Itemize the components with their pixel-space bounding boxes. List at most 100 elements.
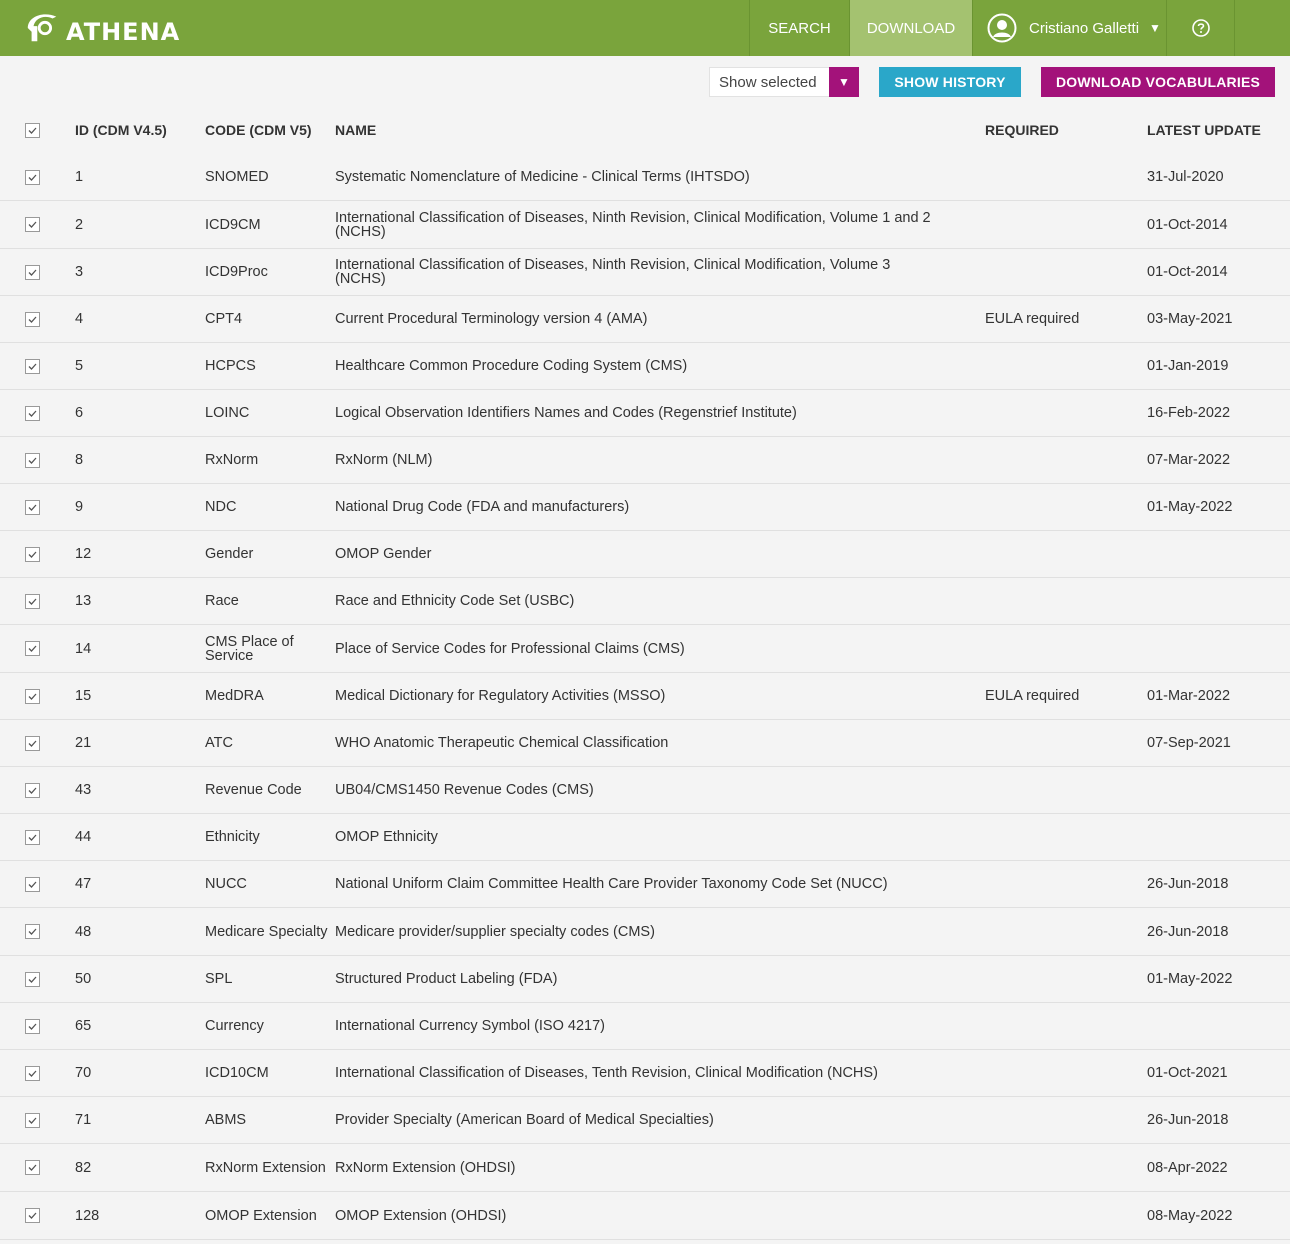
table-row[interactable]: 15 MedDRA Medical Dictionary for Regulator…: [0, 673, 1290, 720]
checkbox-cell: [0, 169, 75, 185]
table-row[interactable]: 3 ICD9Proc International Classification of…: [0, 249, 1290, 296]
dropdown-arrow-icon[interactable]: ▼: [829, 67, 859, 97]
row-checkbox[interactable]: [25, 311, 40, 327]
cell-code: Race: [205, 593, 239, 609]
cell-code: RxNorm Extension: [205, 1159, 326, 1176]
table-row[interactable]: 12 Gender OMOP Gender: [0, 531, 1290, 578]
download-vocabularies-button[interactable]: DOWNLOAD VOCABULARIES: [1041, 67, 1275, 97]
cell-id: 5: [75, 358, 84, 374]
row-checkbox[interactable]: [25, 971, 40, 987]
show-history-button[interactable]: SHOW HISTORY: [879, 67, 1021, 97]
checkbox-cell: [0, 735, 75, 751]
checkbox-cell: [0, 971, 75, 987]
cell-id: 44: [75, 829, 92, 845]
column-header-name[interactable]: NAME: [335, 123, 985, 137]
checkbox-cell: [0, 876, 75, 892]
column-header-updated[interactable]: LATEST UPDATE: [1147, 122, 1290, 138]
row-checkbox[interactable]: [25, 499, 40, 515]
cell-name: Structured Product Labeling (FDA): [335, 971, 558, 987]
table-row[interactable]: 48 Medicare Specialty Medicare provider/su…: [0, 908, 1290, 956]
table-row[interactable]: 65 Currency International Currency Symbol …: [0, 1003, 1290, 1050]
table-row[interactable]: 71 ABMS Provider Specialty (American Board…: [0, 1097, 1290, 1144]
table-row[interactable]: 128 OMOP Extension OMOP Extension (OHDSI) 0…: [0, 1192, 1290, 1240]
cell-code: ICD9CM: [205, 216, 261, 233]
filter-select[interactable]: Show selected ▼: [709, 67, 859, 97]
table-row[interactable]: 82 RxNorm Extension RxNorm Extension (OHDS…: [0, 1144, 1290, 1192]
cell-name: Logical Observation Identifiers Names an…: [335, 405, 797, 421]
table-row[interactable]: 14 CMS Place of Service Place of Service C…: [0, 625, 1290, 673]
row-checkbox[interactable]: [25, 452, 40, 468]
user-avatar-icon: [987, 13, 1017, 43]
cell-code: HCPCS: [205, 358, 256, 374]
cell-name: WHO Anatomic Therapeutic Chemical Classi…: [335, 735, 669, 751]
column-header-code[interactable]: CODE (CDM V5): [205, 123, 335, 137]
table-row[interactable]: 6 LOINC Logical Observation Identifiers Na…: [0, 390, 1290, 437]
row-checkbox[interactable]: [25, 1160, 40, 1175]
cell-code: NUCC: [205, 876, 247, 892]
checkbox-cell: [0, 405, 75, 421]
row-checkbox[interactable]: [25, 169, 40, 185]
table-row[interactable]: 43 Revenue Code UB04/CMS1450 Revenue Codes…: [0, 767, 1290, 814]
cell-required: EULA required: [985, 688, 1080, 704]
cell-latest-update: 08-May-2022: [1147, 1207, 1233, 1224]
row-checkbox[interactable]: [25, 735, 40, 751]
select-all-checkbox[interactable]: [25, 122, 40, 138]
cell-name: OMOP Gender: [335, 546, 432, 562]
table-row[interactable]: 5 HCPCS Healthcare Common Procedure Coding…: [0, 343, 1290, 390]
row-checkbox[interactable]: [25, 782, 40, 798]
cell-name: OMOP Ethnicity: [335, 829, 438, 845]
cell-code: LOINC: [205, 405, 250, 421]
row-checkbox[interactable]: [25, 593, 40, 609]
cell-id: 70: [75, 1065, 92, 1081]
table-row[interactable]: 21 ATC WHO Anatomic Therapeutic Chemical C…: [0, 720, 1290, 767]
table-row[interactable]: 9 NDC National Drug Code (FDA and manufact…: [0, 484, 1290, 531]
cell-name: Medicare provider/supplier specialty cod…: [335, 923, 655, 940]
row-checkbox[interactable]: [25, 641, 40, 656]
app-name: ATHENA: [66, 18, 181, 46]
row-checkbox[interactable]: [25, 688, 40, 704]
cell-latest-update: 01-Oct-2021: [1147, 1065, 1228, 1081]
row-checkbox[interactable]: [25, 876, 40, 892]
table-row[interactable]: 13 Race Race and Ethnicity Code Set (USBC): [0, 578, 1290, 625]
row-checkbox[interactable]: [25, 405, 40, 421]
table-row[interactable]: 70 ICD10CM International Classification of…: [0, 1050, 1290, 1097]
row-checkbox[interactable]: [25, 358, 40, 374]
row-checkbox[interactable]: [25, 829, 40, 845]
table-row[interactable]: 44 Ethnicity OMOP Ethnicity: [0, 814, 1290, 861]
row-checkbox[interactable]: [25, 1018, 40, 1034]
cell-latest-update: 01-Mar-2022: [1147, 688, 1231, 704]
help-button[interactable]: [1166, 0, 1234, 56]
cell-id: 71: [75, 1112, 92, 1128]
cell-code: ICD9Proc: [205, 264, 268, 280]
table-row[interactable]: 1 SNOMED Systematic Nomenclature of Medici…: [0, 154, 1290, 201]
row-checkbox[interactable]: [25, 1208, 40, 1223]
nav-search[interactable]: SEARCH: [749, 0, 849, 56]
row-checkbox[interactable]: [25, 264, 40, 280]
table-row[interactable]: 50 SPL Structured Product Labeling (FDA) 01…: [0, 956, 1290, 1003]
column-header-required[interactable]: REQUIRED: [985, 122, 1147, 138]
table-row[interactable]: 2 ICD9CM International Classification of D…: [0, 201, 1290, 249]
row-checkbox[interactable]: [25, 546, 40, 562]
cell-name: Healthcare Common Procedure Coding Syste…: [335, 358, 688, 374]
checkbox-cell: [0, 499, 75, 515]
check-icon: [28, 787, 37, 794]
vocabulary-table: ID (CDM V4.5) CODE (CDM V5) NAME REQUIRE…: [0, 106, 1290, 1240]
cell-code: SPL: [205, 971, 233, 987]
cell-latest-update: 01-May-2022: [1147, 971, 1233, 987]
table-row[interactable]: 4 CPT4 Current Procedural Terminology vers…: [0, 296, 1290, 343]
nav-download[interactable]: DOWNLOAD: [849, 0, 972, 56]
app-logo[interactable]: ATHENA: [0, 0, 180, 56]
column-header-id[interactable]: ID (CDM V4.5): [75, 122, 205, 138]
row-checkbox[interactable]: [25, 1065, 40, 1081]
row-checkbox[interactable]: [25, 217, 40, 232]
cell-required: EULA required: [985, 311, 1080, 327]
user-menu[interactable]: Cristiano Galletti ▼: [972, 0, 1166, 56]
table-row[interactable]: 8 RxNorm RxNorm (NLM) 07-Mar-2022: [0, 437, 1290, 484]
row-checkbox[interactable]: [25, 1112, 40, 1128]
table-row[interactable]: 47 NUCC National Uniform Claim Committee H…: [0, 861, 1290, 908]
row-checkbox[interactable]: [25, 924, 40, 939]
checkbox-cell: [0, 1112, 75, 1128]
cell-id: 12: [75, 546, 92, 562]
cell-code: CPT4: [205, 311, 243, 327]
cell-id: 1: [75, 169, 84, 185]
